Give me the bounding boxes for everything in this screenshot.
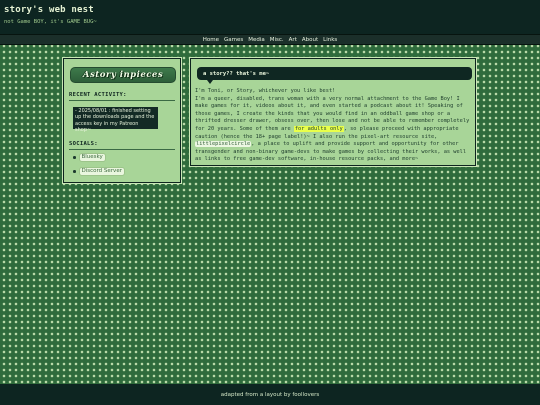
speech-bubble: a story?? that's me~ <box>197 67 472 80</box>
nav-link-links[interactable]: Links <box>323 37 337 43</box>
social-link-discord[interactable]: Discord Server <box>73 167 125 176</box>
nav-link-about[interactable]: About <box>302 37 318 43</box>
sidebar: Astory inpieces RECENT ACTIVITY: - 2025/… <box>63 58 181 183</box>
footer-credit[interactable]: adapted from a layout by foollovers <box>221 392 319 398</box>
about-panel: a story?? that's me~ I'm Toni, or Story,… <box>190 58 476 166</box>
bullet-icon <box>73 170 76 173</box>
about-paragraph: I'm a queer, disabled, trans woman with … <box>195 96 473 164</box>
activity-entry: - 2025/08/01 : finished setting up the d… <box>73 107 158 133</box>
site-footer: adapted from a layout by foollovers <box>0 384 540 405</box>
nav-link-games[interactable]: Games <box>224 37 243 43</box>
nav-link-art[interactable]: Art <box>289 37 297 43</box>
intro-line: I'm Toni, or Story, whichever you like b… <box>195 88 336 94</box>
bubble-tail <box>207 80 213 84</box>
nav-link-media[interactable]: Media <box>248 37 265 43</box>
bullet-icon <box>73 156 76 159</box>
littlepixelcircle-link[interactable]: littlepixelcircle <box>195 141 252 148</box>
site-title[interactable]: story's web nest <box>4 5 94 15</box>
bubble-title: a story?? that's me~ <box>203 70 270 77</box>
adults-only-highlight: for adults only <box>293 125 344 132</box>
recent-activity-heading: RECENT ACTIVITY: <box>69 92 127 98</box>
social-link-bluesky[interactable]: Bluesky <box>73 153 106 162</box>
socials-heading: SOCIALS: <box>69 141 98 147</box>
site-header: story's web nest not Game BOY, it's GAME… <box>0 0 540 34</box>
social-link-label[interactable]: Bluesky <box>78 153 106 162</box>
nav-link-home[interactable]: Home <box>203 37 219 43</box>
main-nav: Home Games Media Misc. Art About Links <box>0 34 540 45</box>
logo-text: Astory inpieces <box>82 70 164 80</box>
divider <box>69 149 175 150</box>
site-tagline: not Game BOY, it's GAME BUG~ <box>4 19 97 25</box>
divider <box>69 100 175 101</box>
social-link-label[interactable]: Discord Server <box>78 167 125 176</box>
site-logo[interactable]: Astory inpieces <box>70 67 176 83</box>
about-text: I'm Toni, or Story, whichever you like b… <box>195 88 473 164</box>
nav-link-misc[interactable]: Misc. <box>270 37 284 43</box>
